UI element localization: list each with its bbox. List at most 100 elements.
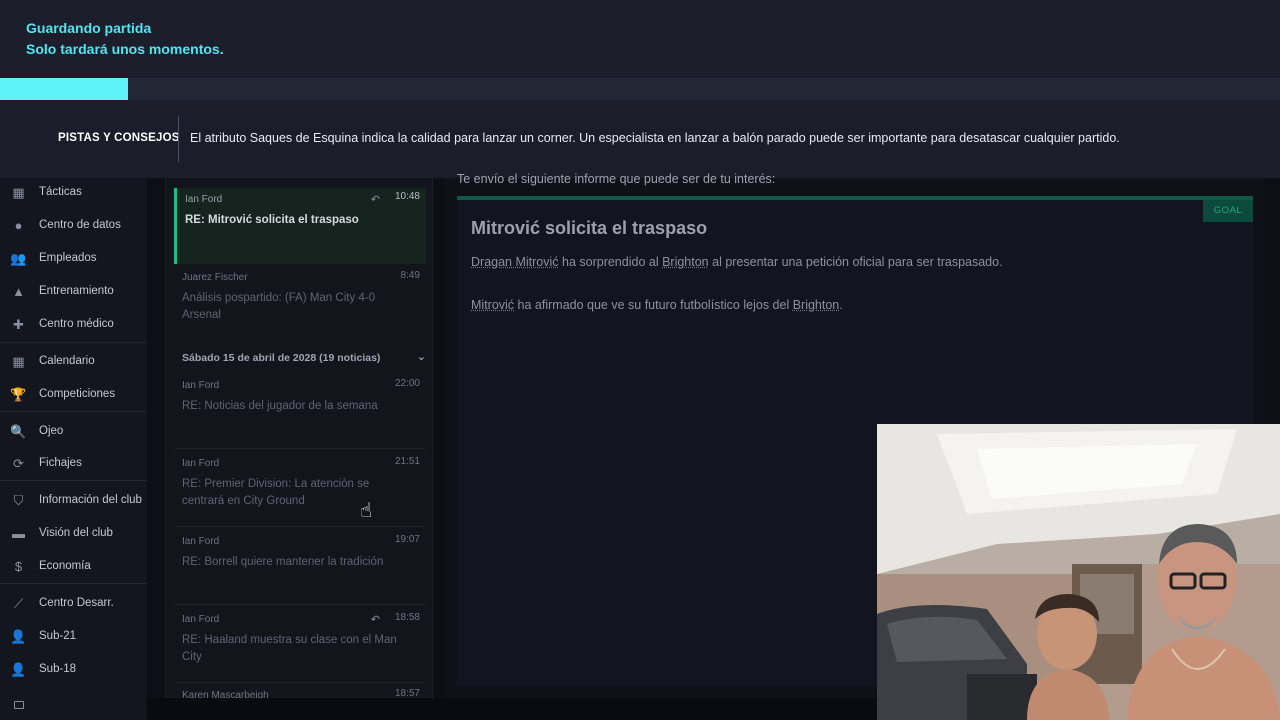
sidebar-item-label: Visión del club: [39, 527, 113, 539]
trophy-icon: 🏆: [10, 387, 27, 402]
sidebar-divider: [0, 342, 147, 343]
reader-intro: Te envío el siguiente informe que puede …: [457, 172, 776, 186]
transfers-icon: ⟳: [13, 456, 24, 471]
collapse-sidebar-icon[interactable]: [14, 701, 24, 709]
sidebar-item-development[interactable]: ⟋ Centro Desarr.: [0, 589, 147, 619]
sidebar-item-label: Centro de datos: [39, 219, 121, 231]
save-progress-fill: [0, 78, 128, 100]
sidebar-item-calendar[interactable]: ▦ Calendario: [0, 347, 147, 377]
data-centre-icon: ●: [14, 218, 23, 233]
inbox-message[interactable]: Ian Ford ↶ 18:58 RE: Haaland muestra su …: [174, 612, 426, 678]
goal-badge: GOAL: [1203, 200, 1253, 222]
u21-icon: 👤: [10, 629, 27, 644]
sidebar-item-u21[interactable]: 👤 Sub-21: [0, 622, 147, 652]
save-subtitle: Solo tardará unos momentos.: [26, 41, 224, 57]
group-header-label: Sábado 15 de abril de 2028 (19 noticias): [182, 352, 381, 364]
message-subject: Análisis pospartido: (FA) Man City 4-0 A…: [182, 292, 376, 321]
message-sender: Ian Ford: [182, 380, 220, 391]
inbox-message[interactable]: Juarez Fischer 8:49 Análisis pospartido:…: [174, 270, 426, 336]
message-time: 10:48: [394, 191, 420, 202]
message-sender: Ian Ford: [182, 458, 220, 469]
tips-text: El atributo Saques de Esquina indica la …: [190, 131, 1120, 145]
sidebar-item-tactics[interactable]: ▦ Tácticas: [0, 178, 147, 208]
money-icon: $: [14, 559, 23, 574]
sidebar-item-club-vision[interactable]: ▬ Visión del club: [0, 519, 147, 549]
message-sender: Ian Ford: [182, 536, 220, 547]
reply-icon: ↶: [370, 194, 380, 206]
article-text: .: [839, 298, 843, 312]
sidebar-item-finances[interactable]: $ Economía: [0, 552, 147, 582]
sidebar-item-competitions[interactable]: 🏆 Competiciones: [0, 380, 147, 410]
sidebar-item-label: Información del club: [39, 494, 142, 506]
sidebar-divider: [0, 583, 147, 584]
hand-cursor-icon: ☝: [360, 500, 373, 522]
article-text: ha sorprendido al: [558, 255, 663, 269]
sidebar-divider: [0, 480, 147, 481]
message-subject: RE: Borrell quiere mantener la tradición: [182, 556, 384, 568]
webcam-overlay: [877, 424, 1280, 720]
article-text: ha afirmado que ve su futuro futbolístic…: [514, 298, 793, 312]
sidebar-item-staff[interactable]: 👥 Empleados: [0, 244, 147, 274]
message-subject: RE: Haaland muestra su clase con el Man …: [182, 634, 397, 663]
tips-title: PISTAS Y CONSEJOS: [58, 132, 180, 144]
message-divider: [174, 448, 426, 449]
sidebar-item-label: Economía: [39, 560, 91, 572]
message-sender: Ian Ford: [182, 614, 220, 625]
reply-icon: ↶: [370, 614, 380, 626]
message-sender: Karen Mascarbeigh: [182, 690, 269, 698]
tips-divider: [178, 116, 179, 162]
sidebar-item-label: Centro Desarr.: [39, 597, 114, 609]
message-sender: Ian Ford: [185, 194, 223, 205]
inbox-message-active[interactable]: Ian Ford ↶ 10:48 RE: Mitrović solicita e…: [174, 188, 426, 264]
sidebar-item-label: Entrenamiento: [39, 285, 114, 297]
sidebar: ▦ Tácticas ● Centro de datos 👥 Empleados…: [0, 178, 147, 720]
sidebar-item-u18[interactable]: 👤 Sub-18: [0, 655, 147, 685]
message-time: 21:51: [394, 456, 420, 467]
article-text: al presentar una petición oficial para s…: [708, 255, 1003, 269]
inbox-message[interactable]: Ian Ford 19:07 RE: Borrell quiere manten…: [174, 534, 426, 600]
sidebar-item-label: Sub-21: [39, 630, 77, 642]
message-subject: RE: Mitrović solicita el traspaso: [185, 214, 359, 226]
u18-icon: 👤: [10, 662, 27, 677]
sidebar-item-club-info[interactable]: ⛉ Información del club: [0, 486, 147, 516]
tips-bar: PISTAS Y CONSEJOS El atributo Saques de …: [0, 100, 1280, 178]
sidebar-item-training[interactable]: ▲ Entrenamiento: [0, 277, 147, 307]
club-link[interactable]: Brighton: [662, 255, 709, 269]
message-time: 8:49: [400, 270, 420, 281]
save-banner: Guardando partida Solo tardará unos mome…: [0, 0, 1280, 78]
inbox-message[interactable]: Karen Mascarbeigh 18:57: [174, 688, 426, 698]
save-progress-bar: [0, 78, 1280, 100]
message-time: 22:00: [394, 378, 420, 389]
inbox-message[interactable]: Ian Ford 22:00 RE: Noticias del jugador …: [174, 378, 426, 444]
message-subject: RE: Noticias del jugador de la semana: [182, 400, 378, 412]
message-time: 18:57: [394, 688, 420, 698]
chevron-down-icon[interactable]: ⌄: [417, 350, 426, 363]
staff-icon: 👥: [10, 251, 27, 266]
article-paragraph-2: Mitrović ha afirmado que ve su futuro fu…: [471, 298, 843, 312]
save-title: Guardando partida: [26, 20, 152, 36]
sidebar-item-label: Centro médico: [39, 318, 114, 330]
inbox-list: Ian Ford ↶ 10:48 RE: Mitrović solicita e…: [165, 178, 433, 698]
sidebar-item-label: Sub-18: [39, 663, 77, 675]
inbox-group-header[interactable]: Sábado 15 de abril de 2028 (19 noticias)…: [182, 350, 426, 364]
search-icon: 🔍: [10, 424, 27, 439]
inbox-message[interactable]: Ian Ford 21:51 RE: Premier Division: La …: [174, 456, 426, 522]
shield-icon: ⛉: [13, 493, 24, 508]
sidebar-item-label: Tácticas: [39, 186, 82, 198]
sidebar-item-label: Calendario: [39, 355, 95, 367]
club-link[interactable]: Brighton: [793, 298, 840, 312]
player-link[interactable]: Dragan Mitrović: [471, 255, 559, 269]
message-divider: [174, 682, 426, 683]
sidebar-item-medical[interactable]: ✚ Centro médico: [0, 310, 147, 340]
sidebar-item-data-centre[interactable]: ● Centro de datos: [0, 211, 147, 241]
training-icon: ▲: [12, 284, 25, 299]
calendar-icon: ▦: [12, 354, 25, 369]
player-link[interactable]: Mitrović: [471, 298, 514, 312]
sidebar-item-transfers[interactable]: ⟳ Fichajes: [0, 449, 147, 479]
medical-icon: ✚: [13, 317, 24, 332]
sidebar-item-scouting[interactable]: 🔍 Ojeo: [0, 417, 147, 447]
sidebar-item-label: Competiciones: [39, 388, 116, 400]
message-subject: RE: Premier Division: La atención se cen…: [182, 478, 370, 507]
briefcase-icon: ▬: [12, 526, 25, 541]
message-divider: [174, 526, 426, 527]
